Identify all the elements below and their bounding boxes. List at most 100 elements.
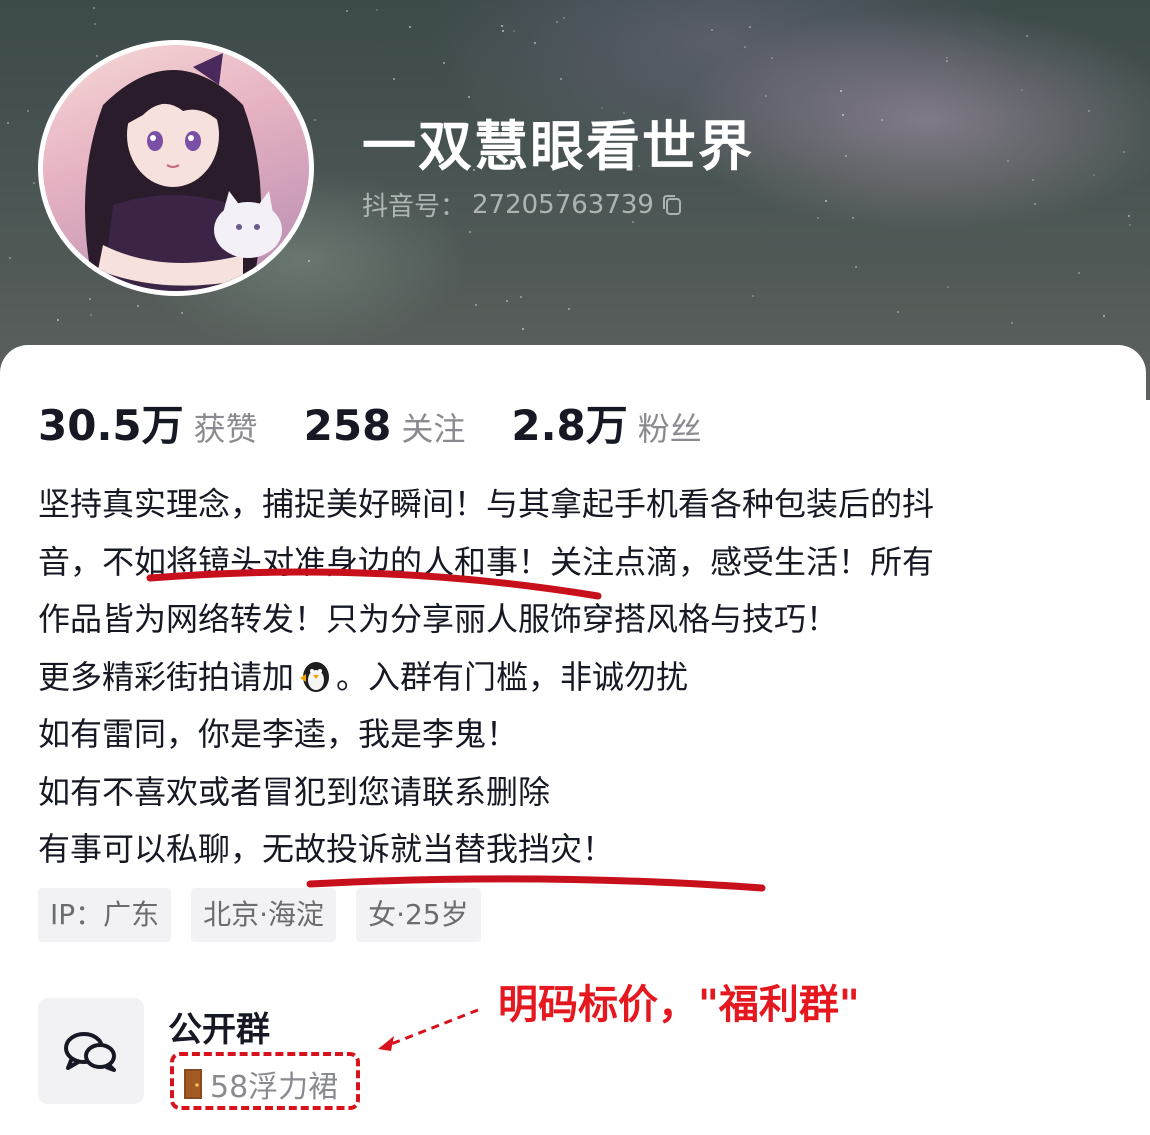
star-dot	[765, 95, 767, 97]
star-dot	[1103, 315, 1105, 317]
bio-line: 作品皆为网络转发！只为分享丽人服饰穿搭风格与技巧！	[38, 600, 839, 638]
star-dot	[346, 10, 348, 12]
star-dot	[946, 60, 948, 62]
star-dot	[57, 319, 59, 321]
douyin-id-label: 抖音号：	[362, 192, 467, 222]
star-dot	[1128, 215, 1130, 217]
star-dot	[376, 9, 378, 11]
profile-name: 一双慧眼看世界	[362, 115, 754, 178]
stat-following[interactable]: 258 关注	[304, 401, 466, 450]
star-dot	[27, 110, 29, 112]
star-dot	[1093, 174, 1095, 176]
star-dot	[946, 57, 948, 59]
star-dot	[897, 311, 899, 313]
star-dot	[1032, 179, 1034, 181]
star-dot	[1123, 151, 1125, 153]
star-dot	[9, 257, 11, 259]
star-dot	[93, 7, 95, 9]
star-dot	[506, 300, 508, 302]
douyin-id: 抖音号： 27205763739	[362, 186, 684, 223]
annotation-text: 明码标价，"福利群"	[498, 982, 860, 1028]
star-dot	[393, 78, 395, 80]
star-dot	[1021, 89, 1023, 91]
penguin-icon	[296, 655, 334, 692]
bio-line: 音，不如将镜头对准身边的人和事！关注点滴，感受生活！所有	[38, 542, 935, 581]
star-dot	[749, 26, 751, 28]
star-dot	[1034, 203, 1036, 205]
star-dot	[475, 304, 477, 306]
star-dot	[817, 217, 819, 219]
star-dot	[90, 314, 92, 316]
star-dot	[308, 260, 310, 262]
star-dot	[1078, 272, 1080, 274]
star-dot	[33, 182, 35, 184]
star-dot	[520, 296, 522, 298]
bio-text: 更多精彩街拍请加	[38, 657, 295, 696]
tag-location: 北京·海淀	[191, 888, 337, 942]
star-dot	[1129, 224, 1131, 226]
bio-line: 更多精彩街拍请加 。入群有门槛，非诚勿扰	[38, 649, 1118, 707]
douyin-id-value: 27205763739	[472, 189, 654, 220]
chat-bubbles-icon	[64, 1032, 116, 1072]
star-dot	[501, 25, 503, 27]
stat-followers[interactable]: 2.8万 粉丝	[511, 392, 701, 453]
star-dot	[560, 78, 562, 80]
star-dot	[137, 305, 139, 307]
star-dot	[522, 328, 524, 330]
stat-label: 关注	[401, 410, 466, 448]
tag-ip: IP：广东	[38, 888, 172, 942]
star-dot	[443, 62, 445, 64]
star-dot	[842, 114, 844, 116]
star-dot	[89, 298, 91, 300]
star-dot	[947, 286, 949, 288]
star-dot	[1011, 322, 1013, 324]
star-dot	[845, 155, 847, 157]
star-dot	[711, 29, 713, 31]
star-dot	[468, 96, 470, 98]
group-title[interactable]: 公开群	[168, 1002, 270, 1051]
bio-text: 。入群有门槛，非诚勿扰	[336, 657, 689, 696]
star-dot	[181, 312, 183, 314]
stat-likes[interactable]: 30.5万 获赞	[38, 392, 258, 453]
bio-line: 如有雷同，你是李逵，我是李鬼！	[38, 715, 519, 753]
annotation-highlight-box	[170, 1052, 360, 1110]
tag-gender-age: 女·25岁	[356, 888, 481, 942]
star-dot	[556, 21, 558, 23]
profile-tags: IP：广东 北京·海淀 女·25岁	[38, 888, 481, 942]
bio: 坚持真实理念，捕捉美好瞬间！与其拿起手机看各种包装后的抖 音，不如将镜头对准身边…	[38, 476, 1118, 879]
star-dot	[513, 30, 515, 32]
star-dot	[94, 23, 96, 25]
star-dot	[852, 217, 854, 219]
star-dot	[840, 90, 842, 92]
star-dot	[752, 295, 754, 297]
bio-line: 坚持真实理念，捕捉美好瞬间！与其拿起手机看各种包装后的抖	[38, 485, 935, 523]
stats-row: 30.5万 获赞 258 关注 2.8万 粉丝	[38, 392, 748, 453]
avatar[interactable]	[38, 40, 314, 296]
star-dot	[568, 308, 570, 310]
star-dot	[855, 266, 857, 268]
avatar-illustration	[85, 53, 282, 291]
star-dot	[7, 122, 9, 124]
bio-line: 如有不喜欢或者冒犯到您请联系删除	[38, 772, 551, 811]
star-dot	[1007, 160, 1009, 162]
star-dot	[563, 17, 565, 19]
star-dot	[744, 46, 746, 48]
stat-value: 2.8万	[511, 401, 628, 450]
star-dot	[1088, 110, 1090, 112]
star-dot	[881, 119, 883, 121]
star-dot	[96, 55, 98, 57]
star-dot	[409, 26, 411, 28]
stat-label: 获赞	[193, 410, 258, 448]
bio-line: 有事可以私聊，无故投诉就当替我挡灾！	[38, 830, 615, 868]
star-dot	[314, 119, 316, 121]
star-dot	[469, 231, 471, 233]
stat-value: 258	[303, 401, 392, 450]
stat-value: 30.5万	[38, 401, 184, 450]
group-icon-button[interactable]	[38, 998, 144, 1104]
stat-label: 粉丝	[637, 410, 702, 448]
star-dot	[825, 200, 827, 202]
star-dot	[502, 30, 504, 32]
copy-icon[interactable]	[660, 193, 684, 217]
star-dot	[534, 42, 536, 44]
star-dot	[771, 57, 773, 59]
